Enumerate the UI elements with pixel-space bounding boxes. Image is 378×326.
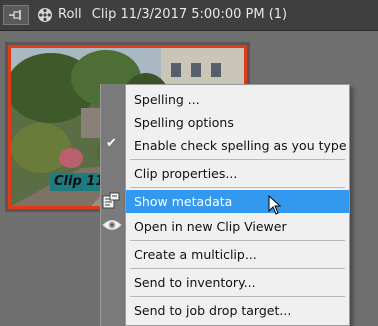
menu-separator [130, 159, 345, 160]
menu-item-spelling-options[interactable]: Spelling options [126, 111, 349, 134]
metadata-icon [102, 192, 120, 209]
menu-item-create-multiclip[interactable]: Create a multiclip... [126, 243, 349, 266]
pin-icon [9, 10, 21, 20]
menu-item-send-to-job-drop-target[interactable]: Send to job drop target... [126, 299, 349, 322]
title-bar: Roll Clip 11/3/2017 5:00:00 PM (1) [0, 0, 378, 31]
eye-icon [102, 220, 122, 230]
menu-separator [130, 296, 345, 297]
menu-separator [130, 240, 345, 241]
menu-separator [130, 268, 345, 269]
roll-tab-label[interactable]: Roll [58, 7, 82, 22]
menu-item-clip-properties[interactable]: Clip properties... [126, 162, 349, 185]
menu-item-show-metadata[interactable]: Show metadata [126, 190, 349, 213]
clip-title: Clip 11/3/2017 5:00:00 PM (1) [91, 7, 288, 22]
menu-item-spelling[interactable]: Spelling ... [126, 88, 349, 111]
window-title: Roll Clip 11/3/2017 5:00:00 PM (1) [58, 0, 293, 30]
menu-item-open-in-new-clip-viewer[interactable]: Open in new Clip Viewer [126, 215, 349, 238]
pin-button[interactable] [3, 5, 29, 25]
checkmark-icon: ✔ [106, 136, 117, 151]
menu-separator [130, 187, 345, 188]
menu-item-enable-check-spelling[interactable]: Enable check spelling as you type [126, 134, 349, 157]
mouse-cursor-icon [268, 195, 282, 215]
menu-item-send-to-inventory[interactable]: Send to inventory... [126, 271, 349, 294]
film-reel-icon [38, 8, 52, 22]
context-menu: Spelling ... Spelling options Enable che… [125, 84, 350, 326]
